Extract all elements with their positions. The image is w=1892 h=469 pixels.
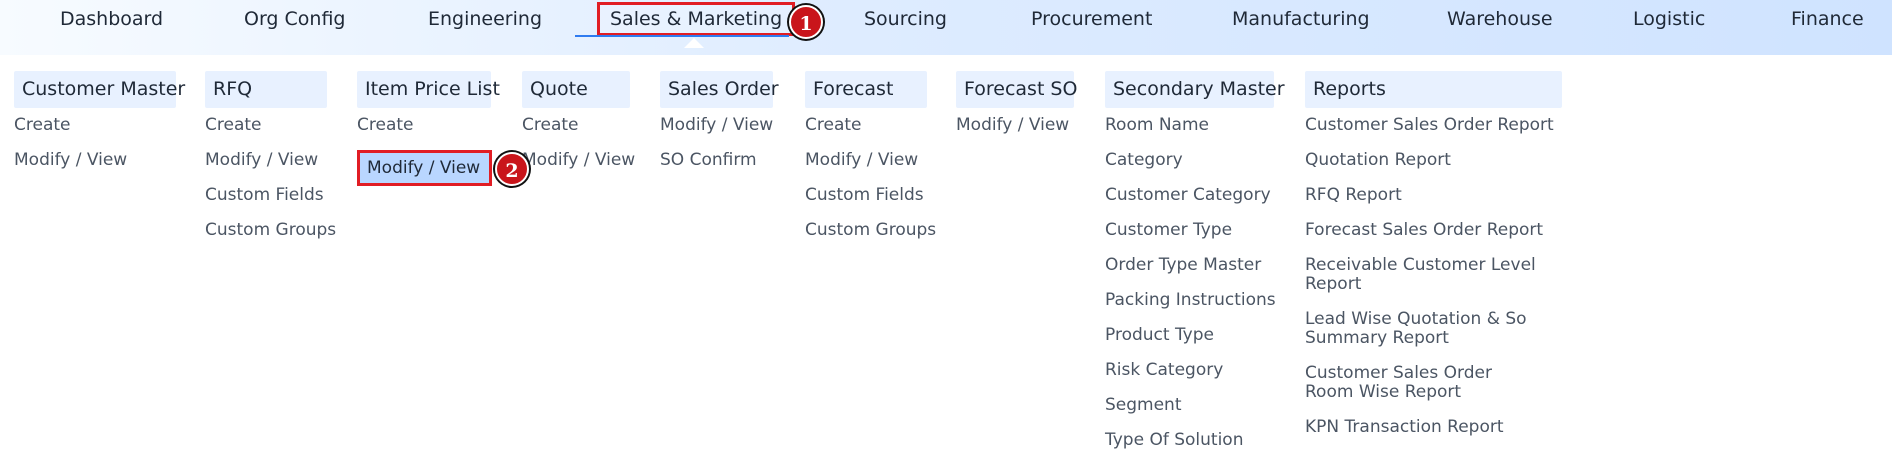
quote-header: Quote <box>522 71 630 108</box>
dropdown-caret-icon <box>684 38 704 48</box>
forecast-so-modify-view-link[interactable]: Modify / View <box>956 116 1074 135</box>
forecast-modify-view-link[interactable]: Modify / View <box>805 151 927 170</box>
customer-master-header: Customer Master <box>14 71 185 108</box>
secondary-master-header: Secondary Master <box>1105 71 1285 108</box>
reports-forecast-sales-order-report-link[interactable]: Forecast Sales Order Report <box>1305 221 1562 240</box>
secondary-master-type-of-solution-link[interactable]: Type Of Solution <box>1105 431 1274 450</box>
nav-org-config[interactable]: Org Config <box>244 0 346 38</box>
rfq-custom-groups-link[interactable]: Custom Groups <box>205 221 336 240</box>
customer-master-modify-view-link[interactable]: Modify / View <box>14 151 176 170</box>
quote-create-link[interactable]: Create <box>522 116 630 135</box>
customer-master-create-link[interactable]: Create <box>14 116 176 135</box>
item-price-list-header: Item Price List <box>357 71 500 108</box>
forecast-custom-groups-link[interactable]: Custom Groups <box>805 221 936 240</box>
menu-col-quote: Quote Create Modify / View <box>522 71 635 186</box>
rfq-custom-fields-link[interactable]: Custom Fields <box>205 186 327 205</box>
item-price-list-modify-view-link[interactable]: Modify / View <box>357 150 492 186</box>
secondary-master-room-name-link[interactable]: Room Name <box>1105 116 1274 135</box>
nav-sales-marketing[interactable]: Sales & Marketing <box>597 2 796 36</box>
sales-order-header: Sales Order <box>660 71 779 108</box>
forecast-so-header: Forecast SO <box>956 71 1077 108</box>
reports-customer-sales-order-report-link[interactable]: Customer Sales Order Report <box>1305 116 1562 135</box>
secondary-master-customer-type-link[interactable]: Customer Type <box>1105 221 1274 240</box>
nav-manufacturing[interactable]: Manufacturing <box>1232 0 1370 38</box>
nav-procurement[interactable]: Procurement <box>1031 0 1152 38</box>
menu-col-sales-order: Sales Order Modify / View SO Confirm <box>660 71 779 186</box>
sales-order-modify-view-link[interactable]: Modify / View <box>660 116 773 135</box>
menu-col-forecast-so: Forecast SO Modify / View <box>956 71 1077 151</box>
reports-receivable-customer-level-report-link[interactable]: Receivable Customer Level Report <box>1305 256 1545 294</box>
secondary-master-customer-category-link[interactable]: Customer Category <box>1105 186 1274 205</box>
nav-sourcing[interactable]: Sourcing <box>864 0 947 38</box>
reports-customer-sales-order-room-wise-report-link[interactable]: Customer Sales Order Room Wise Report <box>1305 364 1545 402</box>
top-navigation: Dashboard Org Config Engineering Sales &… <box>0 0 1892 55</box>
menu-col-secondary-master: Secondary Master Room Name Category Cust… <box>1105 71 1285 466</box>
quote-modify-view-link[interactable]: Modify / View <box>522 151 635 170</box>
secondary-master-packing-instructions-link[interactable]: Packing Instructions <box>1105 291 1276 310</box>
nav-finance[interactable]: Finance <box>1791 0 1864 38</box>
rfq-create-link[interactable]: Create <box>205 116 327 135</box>
reports-quotation-report-link[interactable]: Quotation Report <box>1305 151 1562 170</box>
step-badge-1: 1 <box>789 5 823 39</box>
rfq-modify-view-link[interactable]: Modify / View <box>205 151 327 170</box>
nav-dashboard[interactable]: Dashboard <box>60 0 163 38</box>
menu-col-reports: Reports Customer Sales Order Report Quot… <box>1305 71 1562 453</box>
nav-logistic[interactable]: Logistic <box>1633 0 1705 38</box>
reports-lead-wise-quotation-so-summary-report-link[interactable]: Lead Wise Quotation & So Summary Report <box>1305 310 1545 348</box>
forecast-create-link[interactable]: Create <box>805 116 927 135</box>
sales-marketing-dropdown: Customer Master Create Modify / View RFQ… <box>0 55 1892 469</box>
forecast-custom-fields-link[interactable]: Custom Fields <box>805 186 927 205</box>
active-tab-underline <box>575 35 789 37</box>
reports-header: Reports <box>1305 71 1562 108</box>
nav-warehouse[interactable]: Warehouse <box>1447 0 1553 38</box>
reports-kpn-transaction-report-link[interactable]: KPN Transaction Report <box>1305 418 1562 437</box>
reports-rfq-report-link[interactable]: RFQ Report <box>1305 186 1562 205</box>
secondary-master-segment-link[interactable]: Segment <box>1105 396 1274 415</box>
rfq-header: RFQ <box>205 71 327 108</box>
secondary-master-order-type-master-link[interactable]: Order Type Master <box>1105 256 1274 275</box>
menu-col-forecast: Forecast Create Modify / View Custom Fie… <box>805 71 936 256</box>
step-badge-2: 2 <box>495 152 529 186</box>
sales-order-so-confirm-link[interactable]: SO Confirm <box>660 151 773 170</box>
secondary-master-category-link[interactable]: Category <box>1105 151 1274 170</box>
menu-col-rfq: RFQ Create Modify / View Custom Fields C… <box>205 71 336 256</box>
forecast-header: Forecast <box>805 71 927 108</box>
menu-col-customer-master: Customer Master Create Modify / View <box>14 71 185 186</box>
item-price-list-create-link[interactable]: Create <box>357 116 491 135</box>
secondary-master-risk-category-link[interactable]: Risk Category <box>1105 361 1274 380</box>
secondary-master-product-type-link[interactable]: Product Type <box>1105 326 1274 345</box>
nav-engineering[interactable]: Engineering <box>428 0 542 38</box>
menu-col-item-price-list: Item Price List Create <box>357 71 500 151</box>
